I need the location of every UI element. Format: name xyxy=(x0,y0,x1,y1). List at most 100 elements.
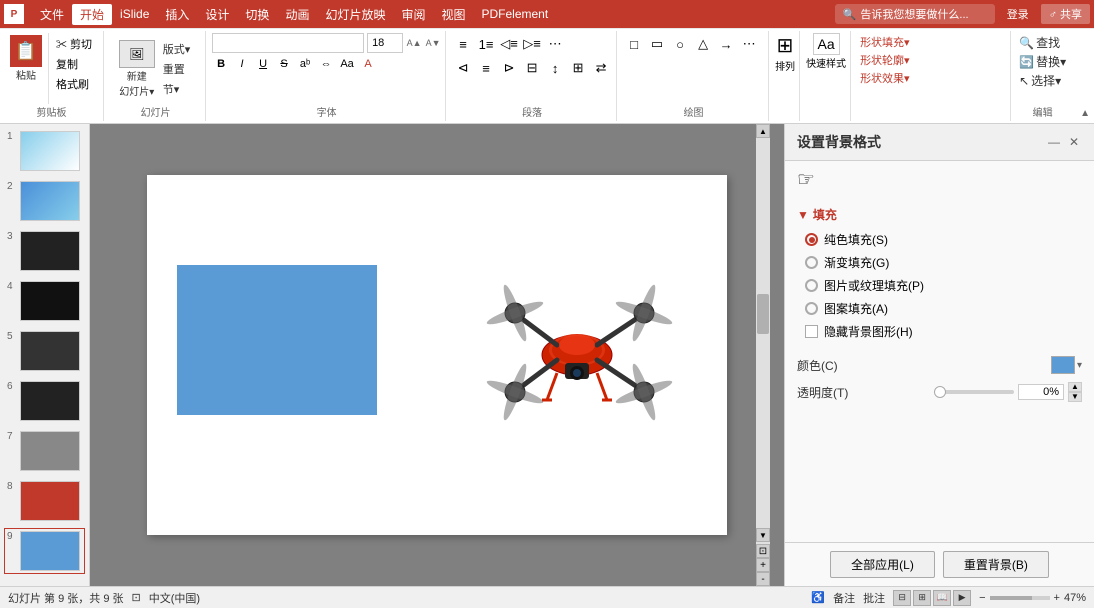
slide-thumb-4[interactable]: 4 xyxy=(4,278,85,324)
menu-transition[interactable]: 切换 xyxy=(237,4,277,25)
align-center-button[interactable]: ≡ xyxy=(475,57,497,79)
menu-islide[interactable]: iSlide xyxy=(112,5,157,23)
scroll-down-button[interactable]: ▼ xyxy=(756,528,770,542)
shape-outline-button[interactable]: 形状轮廓▾ xyxy=(857,51,913,69)
transparency-down-button[interactable]: ▼ xyxy=(1068,392,1082,402)
font-size-input[interactable] xyxy=(367,33,403,53)
slide-thumb-7[interactable]: 7 xyxy=(4,428,85,474)
shape-more[interactable]: ⋯ xyxy=(738,33,760,55)
zoom-fit-button[interactable]: ⊡ xyxy=(756,544,770,558)
menu-pdf[interactable]: PDFelement xyxy=(474,5,557,23)
slide-thumb-3[interactable]: 3 xyxy=(4,228,85,274)
more-options-button[interactable]: ⋯ xyxy=(544,33,566,55)
font-name-input[interactable] xyxy=(212,33,364,53)
number-list-button[interactable]: 1≡ xyxy=(475,33,497,55)
shape-round-rect[interactable]: ▭ xyxy=(646,33,668,55)
shape-arrow[interactable]: → xyxy=(715,33,737,55)
picture-fill-radio[interactable] xyxy=(805,279,818,292)
format-paint-button[interactable]: 格式刷 xyxy=(53,75,95,93)
align-right-button[interactable]: ⊳ xyxy=(498,57,520,79)
menu-design[interactable]: 设计 xyxy=(197,4,237,25)
shape-rect[interactable]: □ xyxy=(623,33,645,55)
transparency-up-button[interactable]: ▲ xyxy=(1068,382,1082,392)
solid-fill-option[interactable]: 纯色填充(S) xyxy=(805,231,1082,248)
panel-move-button[interactable]: — xyxy=(1046,134,1062,150)
color-dropdown-button[interactable]: ▾ xyxy=(1077,360,1082,371)
menu-review[interactable]: 审阅 xyxy=(393,4,433,25)
zoom-track[interactable] xyxy=(990,596,1050,600)
replace-button[interactable]: 🔄 替换▾ xyxy=(1015,52,1070,71)
share-button[interactable]: ♂ 共享 xyxy=(1041,4,1090,24)
case-button[interactable]: Aa xyxy=(338,55,356,73)
reset-bg-button[interactable]: 重置背景(B) xyxy=(943,551,1049,578)
vertical-scrollbar[interactable]: ▲ ▼ ⊡ + - xyxy=(756,124,770,586)
zoom-in-button[interactable]: + xyxy=(756,558,770,572)
slide-thumb-9[interactable]: 9 xyxy=(4,528,85,574)
slide-thumb-2[interactable]: 2 xyxy=(4,178,85,224)
justify-button[interactable]: ⊟ xyxy=(521,57,543,79)
shape-triangle[interactable]: △ xyxy=(692,33,714,55)
strikethrough-button[interactable]: S xyxy=(275,55,293,73)
text-dir-button[interactable]: ⇄ xyxy=(590,57,612,79)
pattern-fill-option[interactable]: 图案填充(A) xyxy=(805,300,1082,317)
quick-styles-button[interactable]: Aa 快速样式 xyxy=(806,33,846,70)
hide-bg-option[interactable]: 隐藏背景图形(H) xyxy=(805,323,1082,340)
normal-view-button[interactable]: ⊟ xyxy=(893,590,911,606)
blue-rectangle[interactable] xyxy=(177,265,377,415)
italic-button[interactable]: I xyxy=(233,55,251,73)
menu-view[interactable]: 视图 xyxy=(433,4,473,25)
align-left-button[interactable]: ⊲ xyxy=(452,57,474,79)
font-color-button[interactable]: A xyxy=(359,55,377,73)
slide-thumb-6[interactable]: 6 xyxy=(4,378,85,424)
arrange-button[interactable]: ⊞ 排列 xyxy=(775,33,795,73)
reading-view-button[interactable]: 📖 xyxy=(933,590,951,606)
panel-close-button[interactable]: ✕ xyxy=(1066,134,1082,150)
fill-section-header[interactable]: ▼ 填充 xyxy=(797,206,1082,223)
paste-button[interactable]: 📋 粘贴 xyxy=(4,33,49,104)
shape-fill-button[interactable]: 形状填充▾ xyxy=(857,33,913,51)
shape-effect-button[interactable]: 形状效果▾ xyxy=(857,69,913,87)
color-swatch[interactable] xyxy=(1051,356,1075,374)
zoom-out-status-button[interactable]: − xyxy=(979,592,985,604)
menu-slideshow[interactable]: 幻灯片放映 xyxy=(317,4,393,25)
section-button[interactable]: 节▾ xyxy=(159,80,195,98)
layout-button[interactable]: 版式▾ xyxy=(159,40,195,58)
columns-button[interactable]: ⊞ xyxy=(567,57,589,79)
new-slide-button[interactable]: 🖼 新建幻灯片▾ xyxy=(117,38,157,100)
apply-all-button[interactable]: 全部应用(L) xyxy=(830,551,935,578)
transparency-slider-thumb[interactable] xyxy=(934,386,946,398)
canvas-area[interactable]: ▲ ▼ ⊡ + - xyxy=(90,124,784,586)
menu-insert[interactable]: 插入 xyxy=(157,4,197,25)
find-button[interactable]: 🔍 查找 xyxy=(1015,33,1070,52)
decrease-indent-button[interactable]: ◁≡ xyxy=(498,33,520,55)
drone-image[interactable] xyxy=(457,225,697,465)
gradient-fill-radio[interactable] xyxy=(805,256,818,269)
reset-button[interactable]: 重置 xyxy=(159,60,195,78)
shadow-button[interactable]: aᵇ xyxy=(296,55,314,73)
copy-button[interactable]: 复制 xyxy=(53,55,95,73)
shape-oval[interactable]: ○ xyxy=(669,33,691,55)
pattern-fill-radio[interactable] xyxy=(805,302,818,315)
select-button[interactable]: ↖ 选择▾ xyxy=(1015,71,1070,90)
font-size-decrease-icon[interactable]: A▼ xyxy=(425,35,441,51)
slide-thumb-1[interactable]: 1 xyxy=(4,128,85,174)
note-label[interactable]: 备注 xyxy=(833,590,855,606)
increase-indent-button[interactable]: ▷≡ xyxy=(521,33,543,55)
menu-animation[interactable]: 动画 xyxy=(277,4,317,25)
transparency-value-input[interactable] xyxy=(1018,384,1064,400)
search-box[interactable]: 🔍 告诉我您想要做什么... xyxy=(835,4,995,24)
bullet-list-button[interactable]: ≡ xyxy=(452,33,474,55)
transparency-slider-track[interactable] xyxy=(934,390,1014,394)
slide-thumb-8[interactable]: 8 xyxy=(4,478,85,524)
slide-thumb-5[interactable]: 5 xyxy=(4,328,85,374)
solid-fill-radio[interactable] xyxy=(805,233,818,246)
collapse-ribbon-button[interactable]: ▲ xyxy=(1076,31,1094,121)
scroll-up-button[interactable]: ▲ xyxy=(756,124,770,138)
line-spacing-button[interactable]: ↕ xyxy=(544,57,566,79)
slide-panel[interactable]: 1 2 3 4 5 6 7 xyxy=(0,124,90,586)
font-size-increase-icon[interactable]: A▲ xyxy=(406,35,422,51)
underline-button[interactable]: U xyxy=(254,55,272,73)
menu-file[interactable]: 文件 xyxy=(32,4,72,25)
hide-bg-checkbox[interactable] xyxy=(805,325,818,338)
spacing-button[interactable]: ⇔ xyxy=(317,55,335,73)
